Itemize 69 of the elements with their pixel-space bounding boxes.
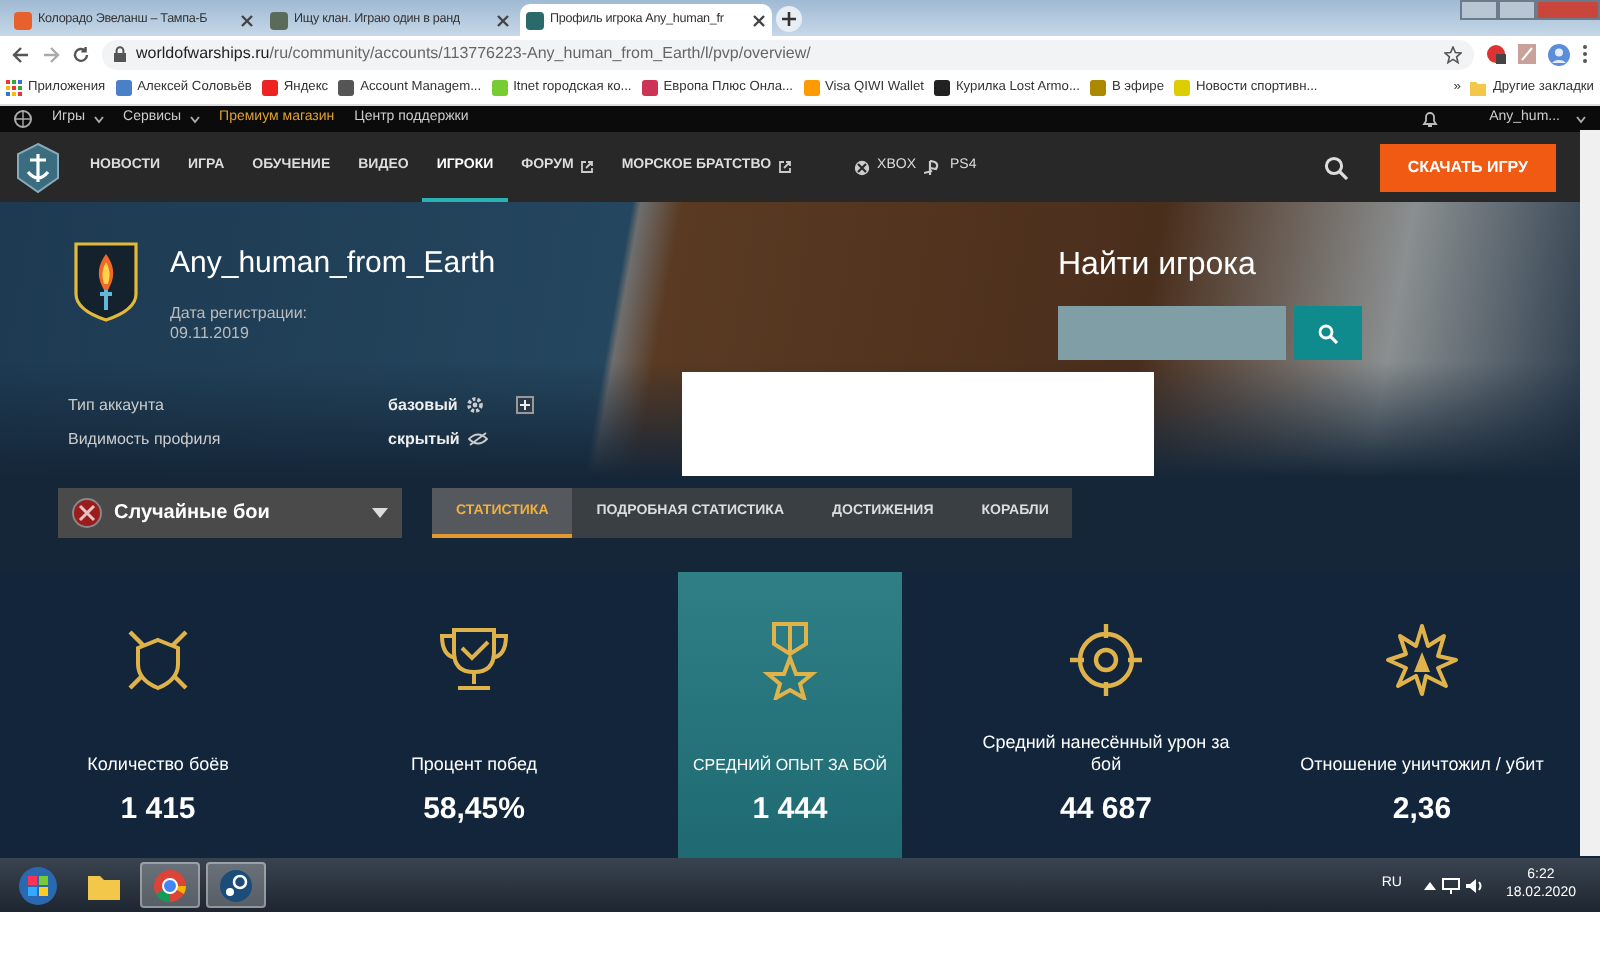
reload-icon[interactable] [72, 45, 90, 63]
star-icon[interactable] [1444, 45, 1462, 63]
favicon-icon [14, 11, 32, 29]
caret-icon [189, 115, 200, 123]
taskbar-button[interactable] [140, 862, 200, 908]
player-name: Any_human_from_Earth [170, 244, 496, 284]
favicon-icon [270, 11, 288, 29]
search-icon[interactable] [1323, 155, 1348, 179]
bell-icon[interactable] [1421, 110, 1438, 128]
playstation-icon[interactable] [924, 159, 942, 175]
globe-icon[interactable] [14, 110, 32, 128]
registration-date: 09.11.2019 [170, 323, 251, 343]
chrome-icon [152, 867, 188, 903]
caret-icon [1576, 115, 1586, 123]
new-tab-button[interactable] [776, 6, 802, 32]
stat-value: 2,36 [1392, 790, 1452, 830]
xbox-icon[interactable] [853, 159, 870, 175]
registration-label: Дата регистрации: [170, 303, 310, 323]
field-value: скрытый [388, 427, 460, 451]
bookmark-icon[interactable] [338, 79, 355, 96]
plus-icon[interactable] [515, 396, 534, 414]
lock-icon [114, 46, 126, 62]
network-icon[interactable] [1441, 877, 1460, 893]
maximize-button[interactable] [1498, 0, 1536, 20]
stat-value: 1 444 [752, 790, 828, 830]
target-icon [1066, 620, 1146, 700]
scrollbar[interactable] [1580, 130, 1600, 856]
explosion-icon [1382, 620, 1462, 700]
extension-icon[interactable] [1486, 44, 1506, 64]
back-icon[interactable] [12, 45, 30, 63]
find-player-title: Найти игрока [1058, 246, 1258, 286]
search-icon [1318, 323, 1338, 343]
windows-logo-icon [18, 865, 58, 905]
caret-icon [372, 508, 388, 518]
menu-icon[interactable] [1582, 44, 1588, 64]
stat-label: СРЕДНИЙ ОПЫТ ЗА БОЙ [690, 753, 890, 776]
stat-label: Количество боёв [85, 752, 231, 776]
gear-icon [465, 396, 484, 414]
stat-label: Процент побед [408, 752, 540, 776]
minimize-button[interactable] [1460, 0, 1498, 20]
stat-label: Средний нанесённый урон за бой [980, 730, 1232, 776]
external-link-icon [777, 160, 792, 174]
close-icon[interactable] [240, 13, 254, 27]
plus-icon [782, 12, 796, 26]
battle-mode-icon [72, 498, 102, 528]
stat-label: Отношение уничтожил / убит [1298, 752, 1546, 776]
caret-icon [93, 115, 104, 123]
steam-icon [218, 867, 254, 903]
field-label: Видимость профиля [68, 427, 223, 451]
stat-value: 44 687 [1060, 790, 1152, 830]
search-field[interactable] [1058, 306, 1286, 360]
speaker-icon[interactable] [1465, 877, 1484, 893]
logo-icon[interactable] [16, 141, 60, 193]
mode-dropdown[interactable]: Случайные бои [58, 488, 402, 538]
eye-slash-icon [467, 432, 488, 446]
close-icon[interactable] [496, 13, 510, 27]
stat-value: 1 415 [120, 790, 196, 830]
stat-value: 58,45% [423, 790, 525, 830]
avatar-icon[interactable] [1548, 43, 1570, 65]
tray-arrow-icon[interactable] [1423, 881, 1436, 889]
taskbar-button[interactable] [206, 862, 266, 908]
clan-emblem-icon [74, 242, 138, 322]
bookmark-icon[interactable] [933, 79, 950, 96]
field-label: Тип аккаунта [68, 393, 166, 417]
external-link-icon [579, 160, 594, 174]
field-value: базовый [388, 393, 458, 417]
favicon-icon [526, 11, 544, 29]
close-icon[interactable] [752, 13, 766, 27]
search-button[interactable] [1294, 306, 1362, 360]
